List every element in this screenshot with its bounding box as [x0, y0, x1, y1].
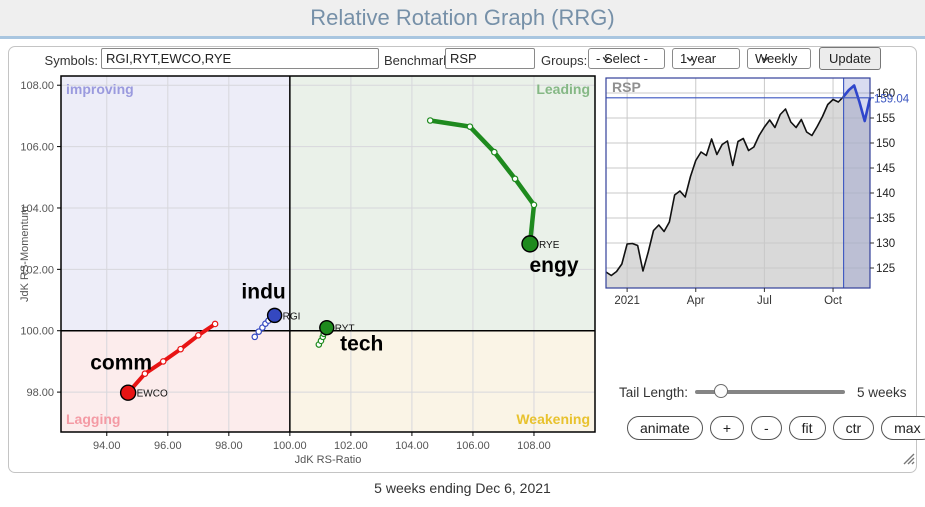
- svg-text:150: 150: [876, 138, 895, 150]
- groups-select[interactable]: - Select -: [588, 48, 665, 69]
- symbol-dot-EWCO[interactable]: [121, 385, 136, 400]
- svg-text:96.00: 96.00: [154, 440, 182, 452]
- y-axis-title: JdK RS-Momentum: [19, 206, 31, 302]
- symbol-ticker-label: EWCO: [137, 389, 168, 400]
- svg-text:130: 130: [876, 238, 895, 250]
- zoom-in-button[interactable]: +: [710, 416, 744, 440]
- svg-text:94.00: 94.00: [93, 440, 121, 452]
- symbol-dot-RGI[interactable]: [268, 308, 282, 322]
- symbol-ticker-label: RYE: [539, 240, 560, 251]
- quadrant-label-lagging: Lagging: [66, 411, 120, 427]
- svg-text:104.00: 104.00: [395, 440, 429, 452]
- svg-text:108.00: 108.00: [20, 80, 54, 92]
- svg-text:125: 125: [876, 263, 895, 275]
- svg-text:100.00: 100.00: [20, 326, 54, 338]
- rrg-chart[interactable]: improving Leading Lagging Weakening 94.00 96.…: [14, 70, 606, 470]
- quadrant-label-improving: improving: [66, 81, 134, 97]
- date-range-caption: 5 weeks ending Dec 6, 2021: [0, 480, 925, 496]
- resize-handle[interactable]: [899, 449, 916, 466]
- groups-label: Groups:: [541, 53, 587, 68]
- rrg-app: Relative Rotation Graph (RRG) Symbols: B…: [0, 0, 925, 507]
- chevron-down-icon: [761, 55, 769, 63]
- tail-length-label: Tail Length:: [600, 385, 688, 400]
- symbols-label: Symbols:: [40, 53, 98, 68]
- tail-length-value: 5 weeks: [857, 385, 907, 400]
- symbols-input[interactable]: [101, 48, 379, 69]
- svg-text:155: 155: [876, 113, 895, 125]
- chevron-down-icon: [686, 55, 694, 63]
- chevron-down-icon: [602, 55, 610, 63]
- svg-text:106.00: 106.00: [20, 142, 54, 154]
- symbol-ticker-label: RGI: [283, 311, 301, 322]
- svg-text:106.00: 106.00: [456, 440, 490, 452]
- benchmark-chart[interactable]: 125130135140145150155160159.042021AprJul…: [600, 70, 922, 307]
- maximize-button[interactable]: max: [881, 416, 925, 440]
- symbol-dot-RYE[interactable]: [522, 236, 538, 252]
- last-price-label: 159.04: [874, 93, 910, 105]
- group-label-engy: engy: [529, 254, 578, 277]
- month-label: 2021: [614, 295, 640, 307]
- svg-text:98.00: 98.00: [215, 440, 243, 452]
- svg-text:98.00: 98.00: [26, 387, 54, 399]
- svg-text:135: 135: [876, 213, 895, 225]
- x-axis-title: JdK RS-Ratio: [295, 454, 362, 466]
- svg-text:108.00: 108.00: [517, 440, 551, 452]
- page-title: Relative Rotation Graph (RRG): [0, 0, 925, 36]
- animate-button[interactable]: animate: [627, 416, 703, 440]
- group-label-comm: comm: [90, 352, 152, 375]
- frequency-select[interactable]: Weekly: [747, 48, 811, 69]
- benchmark-label: Benchmark:: [384, 53, 453, 68]
- benchmark-input[interactable]: [445, 48, 535, 69]
- fit-button[interactable]: fit: [789, 416, 826, 440]
- zoom-out-button[interactable]: -: [751, 416, 782, 440]
- center-button[interactable]: ctr: [833, 416, 875, 440]
- page-header: Relative Rotation Graph (RRG): [0, 0, 925, 39]
- chart-button-row: animate +-fitctrmax: [627, 416, 925, 440]
- group-label-tech: tech: [340, 333, 383, 356]
- month-label: Oct: [824, 295, 843, 307]
- svg-text:145: 145: [876, 163, 895, 175]
- tail-length-slider-thumb[interactable]: [714, 384, 728, 398]
- quadrant-leading: [290, 76, 595, 331]
- month-label: Apr: [687, 295, 705, 307]
- symbol-dot-RYT[interactable]: [320, 321, 334, 335]
- quadrant-label-weakening: Weakening: [516, 411, 590, 427]
- benchmark-chart-title: RSP: [612, 79, 641, 95]
- svg-text:100.00: 100.00: [273, 440, 307, 452]
- svg-text:140: 140: [876, 188, 895, 200]
- update-button[interactable]: Update: [819, 47, 881, 70]
- group-label-indu: indu: [241, 280, 285, 303]
- month-label: Jul: [757, 295, 772, 307]
- svg-text:102.00: 102.00: [334, 440, 368, 452]
- period-select[interactable]: 1 year: [672, 48, 740, 69]
- quadrant-label-leading: Leading: [536, 81, 590, 97]
